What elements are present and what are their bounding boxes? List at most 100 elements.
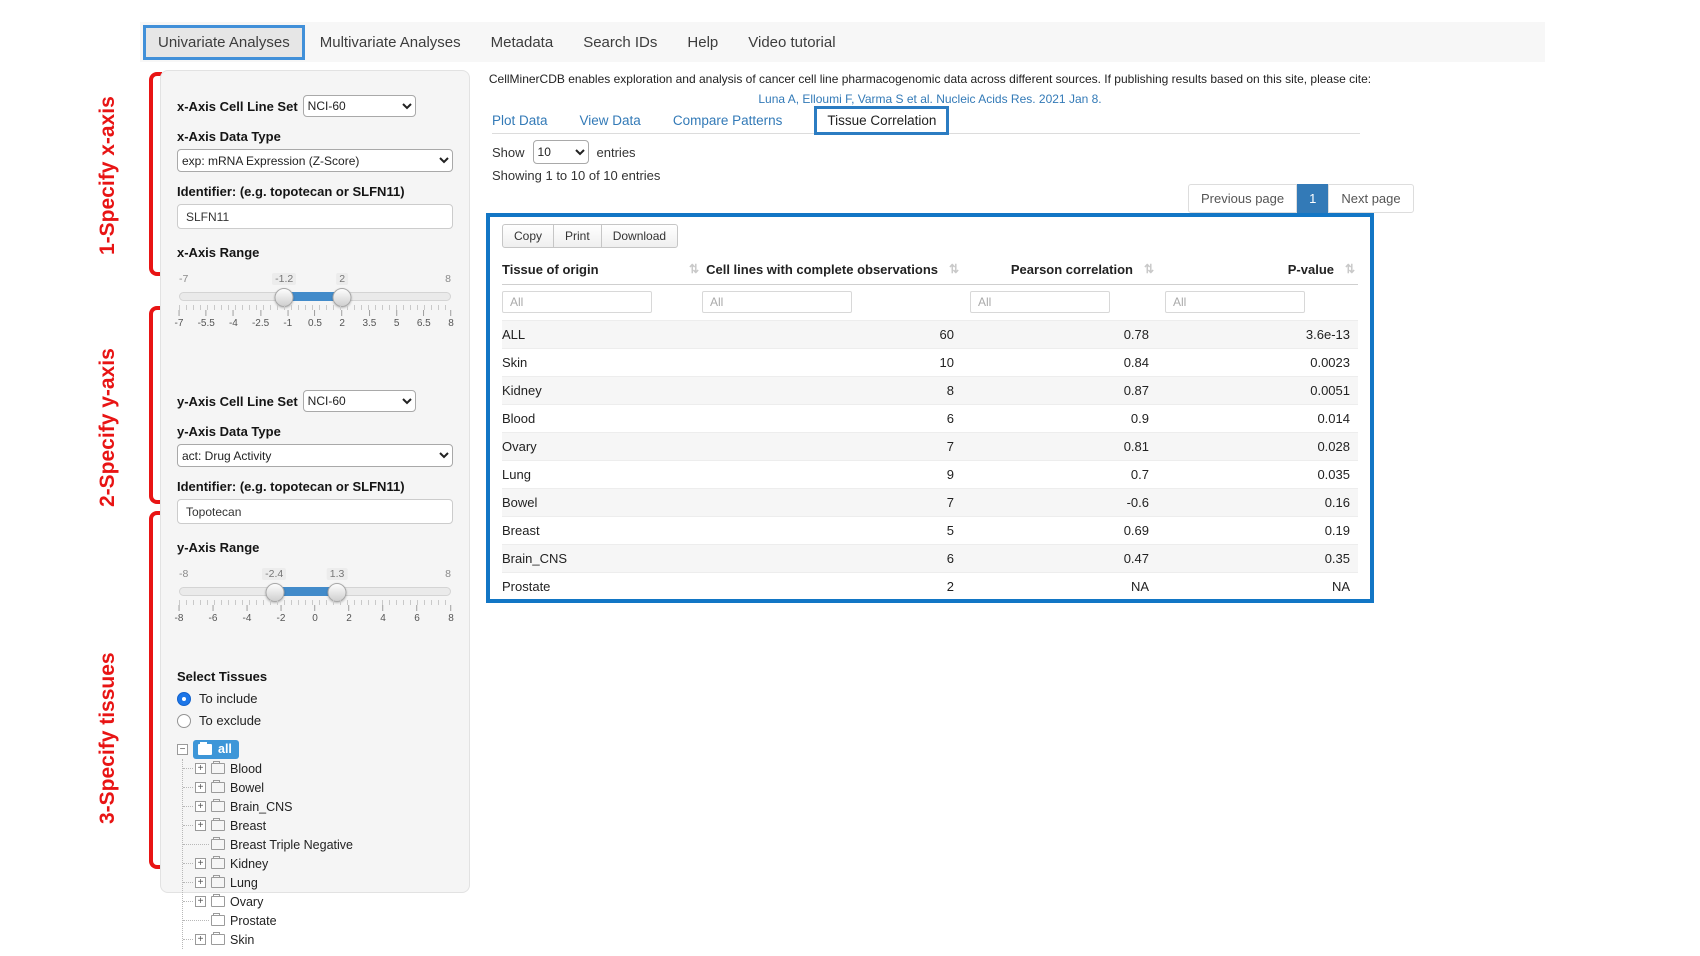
page-number-button[interactable]: 1 [1297,184,1328,213]
tree-node-prostate[interactable]: Prostate [183,911,453,930]
tree-node-lung[interactable]: Lung [183,873,453,892]
folder-icon [211,820,225,831]
filter-input-tissue-of-origin[interactable] [502,291,652,313]
tree-node-all[interactable]: all [177,740,453,759]
tissue-cell: Ovary [502,433,702,461]
nav-tab-search-ids[interactable]: Search IDs [568,25,672,60]
nav-tab-video-tutorial[interactable]: Video tutorial [733,25,850,60]
tree-node-blood[interactable]: Blood [183,759,453,778]
x-identifier-input[interactable] [177,204,453,229]
radio-selected-icon[interactable] [177,692,191,706]
folder-icon [211,877,225,888]
citation-link[interactable]: Luna A, Elloumi F, Varma S et al. Nuclei… [470,92,1390,106]
filter-input-pearson-correlation[interactable] [970,291,1110,313]
nav-tab-multivariate-analyses[interactable]: Multivariate Analyses [305,25,476,60]
tree-node-breast[interactable]: Breast [183,816,453,835]
tree-node-label[interactable]: Skin [230,933,254,947]
tick-label: -2.5 [252,310,269,329]
next-page-button[interactable]: Next page [1328,184,1413,213]
tree-node-label[interactable]: Breast [230,819,266,833]
tissues-exclude-radio[interactable]: To exclude [177,713,453,728]
tissues-include-radio[interactable]: To include [177,691,453,706]
tree-node-label[interactable]: Ovary [230,895,263,909]
expand-icon[interactable] [195,820,206,831]
tree-node-kidney[interactable]: Kidney [183,854,453,873]
copy-button[interactable]: Copy [502,224,554,248]
sort-icon[interactable]: ⇅ [689,262,698,276]
expand-icon[interactable] [195,858,206,869]
tree-node-label[interactable]: Kidney [230,857,268,871]
expand-icon[interactable] [195,877,206,888]
tree-node-label[interactable]: Brain_CNS [230,800,293,814]
value-cell: 0.19 [1157,517,1358,545]
nav-tab-help[interactable]: Help [672,25,733,60]
tree-node-bowel[interactable]: Bowel [183,778,453,797]
tree-node-ovary[interactable]: Ovary [183,892,453,911]
sort-icon[interactable]: ⇅ [949,262,958,276]
filter-input-p-value[interactable] [1165,291,1305,313]
range-max-label: 8 [445,568,451,580]
x-cell-line-set-select[interactable]: NCI-60 [303,95,416,117]
column-header-label: P-value [1288,262,1334,277]
y-identifier-input[interactable] [177,499,453,524]
tissue-cell: Bowel [502,489,702,517]
tree-node-label[interactable]: Blood [230,762,262,776]
tree-node-breast-triple-negative[interactable]: Breast Triple Negative [183,835,453,854]
radio-unselected-icon[interactable] [177,714,191,728]
column-header-pearson-correlation[interactable]: Pearson correlation⇅ [962,257,1157,285]
tab-compare-patterns[interactable]: Compare Patterns [673,113,783,128]
sort-icon[interactable]: ⇅ [1144,262,1153,276]
value-cell: 6 [702,405,962,433]
collapse-icon[interactable] [177,744,188,755]
citation-text: CellMinerCDB enables exploration and ana… [470,72,1390,106]
nav-tab-metadata[interactable]: Metadata [476,25,569,60]
y-data-type-label: y-Axis Data Type [177,424,453,439]
range-track[interactable] [179,292,451,301]
expand-icon[interactable] [195,934,206,945]
expand-icon[interactable] [195,763,206,774]
x-range-slider[interactable]: -78-1.22-7-5.5-4-2.5-10.523.556.58 [179,290,451,342]
tree-node-brain-cns[interactable]: Brain_CNS [183,797,453,816]
expand-icon[interactable] [195,782,206,793]
tree-node-skin[interactable]: Skin [183,930,453,949]
expand-icon[interactable] [195,801,206,812]
value-cell: 7 [702,433,962,461]
folder-icon [198,744,212,755]
nav-tab-univariate-analyses[interactable]: Univariate Analyses [143,25,305,60]
filter-cell [1157,285,1358,321]
entries-label: entries [597,145,636,160]
value-cell: 10 [702,349,962,377]
tissue-cell: Breast [502,517,702,545]
download-button[interactable]: Download [601,224,678,248]
column-header-cell-lines-with-complete-observations[interactable]: Cell lines with complete observations⇅ [702,257,962,285]
expand-icon[interactable] [195,896,206,907]
tissue-cell: Lung [502,461,702,489]
x-data-type-select[interactable]: exp: mRNA Expression (Z-Score) [177,149,453,172]
tree-node-label[interactable]: Lung [230,876,258,890]
tree-node-label[interactable]: Breast Triple Negative [230,838,353,852]
pagination: Previous page 1 Next page [1188,184,1414,213]
range-track[interactable] [179,587,451,596]
tree-node-label[interactable]: Prostate [230,914,277,928]
y-range-slider[interactable]: -88-2.41.3-8-6-4-202468 [179,585,451,637]
show-label: Show [492,145,525,160]
y-data-type-select[interactable]: act: Drug Activity [177,444,453,467]
y-cell-line-set-select[interactable]: NCI-60 [303,390,416,412]
tab-tissue-correlation[interactable]: Tissue Correlation [814,106,949,135]
range-tick-labels: -7-5.5-4-2.5-10.523.556.58 [179,310,451,332]
column-header-tissue-of-origin[interactable]: Tissue of origin⇅ [502,257,702,285]
print-button[interactable]: Print [553,224,602,248]
page-size-select[interactable]: 10 [533,140,589,164]
previous-page-button[interactable]: Previous page [1188,184,1297,213]
value-cell: 7 [702,489,962,517]
tree-node-label[interactable]: Bowel [230,781,264,795]
sort-icon[interactable]: ⇅ [1345,262,1354,276]
column-header-p-value[interactable]: P-value ⇅ [1157,257,1358,285]
value-cell: 0.81 [962,433,1157,461]
table-row: Skin100.840.0023 [502,349,1358,377]
filter-cell [702,285,962,321]
tab-view-data[interactable]: View Data [580,113,641,128]
tab-plot-data[interactable]: Plot Data [492,113,548,128]
filter-input-cell-lines-with-complete-observations[interactable] [702,291,852,313]
y-cell-line-set-label: y-Axis Cell Line Set [177,394,298,409]
